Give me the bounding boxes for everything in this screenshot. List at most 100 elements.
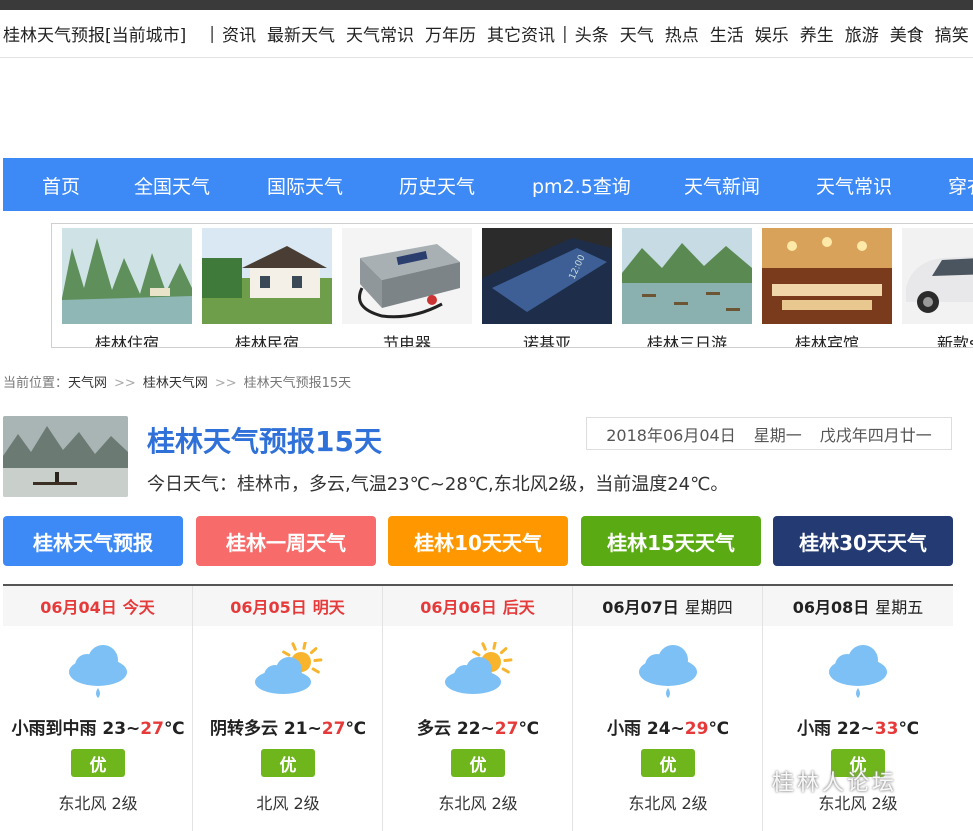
aqi-badge[interactable]: 优 [261,749,315,777]
top-link-hot[interactable]: 热点 [665,21,699,46]
partly-cloudy-icon [255,642,323,694]
lunar-date-text: 戊戌年四月廿一 [819,425,932,445]
condition-text: 小雨到中雨 23~ [11,719,141,739]
tab-guilin-forecast[interactable]: 桂林天气预报 [3,516,183,566]
ad-caption: 桂林民宿 [234,334,299,348]
top-link-funny[interactable]: 搞笑 [935,21,969,46]
guilin-thumbnail [3,416,128,497]
temp-unit: ℃ [708,719,730,739]
ad-caption: 诺基亚 [522,334,571,348]
ad-strip: 桂林住宿 桂林民宿 节电器 12:00 诺基亚 桂林三日游 桂林宾馆 新款 [51,223,973,348]
top-nav-bar: 桂林天气预报[当前城市] | 资讯 最新天气 天气常识 万年历 其它资讯 | 头… [0,10,973,58]
suv-photo [902,228,973,324]
day-condition: 小雨到中雨 23~27℃ [3,714,193,739]
ad-guilin-3day-tour[interactable]: 桂林三日游 [622,228,752,348]
rain-cloud-icon [639,645,697,698]
day-condition: 小雨 24~29℃ [573,714,763,739]
condition-text: 多云 22~ [416,719,495,739]
temp-unit: ℃ [898,719,920,739]
day-wind: 东北风 2级 [438,794,518,813]
day-week: 今天 [122,598,155,617]
nav-pm25[interactable]: pm2.5查询 [532,172,631,199]
temp-unit: ℃ [163,719,185,739]
rain-cloud-icon [69,645,127,698]
condition-text: 小雨 22~ [796,719,875,739]
top-link-latest-weather[interactable]: 最新天气 [267,21,335,46]
top-link-health[interactable]: 养生 [800,21,834,46]
day-header: 06月08日 星期五 [763,586,953,626]
top-link-weather-tips[interactable]: 天气常识 [346,21,414,46]
day-condition: 多云 22~27℃ [383,714,573,739]
nav-weather-news[interactable]: 天气新闻 [684,172,760,199]
forecast-day: 06月05日 明天 阴转多云 21~27℃ 优 北风 2级 [193,586,383,831]
forecast-tabs: 桂林天气预报 桂林一周天气 桂林10天天气 桂林15天天气 桂林30天天气 [3,516,953,566]
ad-caption: 桂林宾馆 [794,334,859,348]
breadcrumb-guilin-weather[interactable]: 桂林天气网 [143,376,208,391]
rain-cloud-icon [829,645,887,698]
aqi-badge[interactable]: 优 [641,749,695,777]
ad-guilin-homestay[interactable]: 桂林民宿 [202,228,332,348]
day-wind: 东北风 2级 [58,794,138,813]
karst-river-photo [62,228,192,324]
day-header: 06月04日 今天 [3,586,192,626]
ad-caption: 桂林三日游 [646,334,727,348]
browser-top-strip [0,0,973,10]
breadcrumb-weather-site[interactable]: 天气网 [68,376,107,391]
current-city-link[interactable]: 桂林天气预报[当前城市] [0,21,186,46]
top-link-news[interactable]: 资讯 [222,21,256,46]
tab-guilin-15day[interactable]: 桂林15天天气 [581,516,761,566]
nav-international-weather[interactable]: 国际天气 [267,172,343,199]
day-date: 06月08日 [792,598,870,617]
nav-national-weather[interactable]: 全国天气 [134,172,210,199]
ad-caption: 节电器 [382,334,431,348]
ad-nokia[interactable]: 12:00 诺基亚 [482,228,612,348]
high-temp: 29 [684,719,709,739]
date-box: 2018年06月04日 星期一 戊戌年四月廿一 [586,417,952,450]
top-link-entertainment[interactable]: 娱乐 [755,21,789,46]
day-week: 星期四 [684,598,733,617]
aqi-badge[interactable]: 优 [451,749,505,777]
condition-text: 阴转多云 21~ [209,719,322,739]
nav-clothing[interactable]: 穿衣 [948,172,973,199]
high-temp: 27 [321,719,346,739]
day-header: 06月06日 后天 [383,586,572,626]
top-link-other-news[interactable]: 其它资讯 [487,21,555,46]
top-link-life[interactable]: 生活 [710,21,744,46]
forecast-day: 06月04日 今天 小雨到中雨 23~27℃ 优 东北风 2级 [3,586,193,831]
nav-separator: | [209,23,215,44]
tab-guilin-30day[interactable]: 桂林30天天气 [773,516,953,566]
day-week: 后天 [502,598,535,617]
ad-power-saver[interactable]: 节电器 [342,228,472,348]
day-condition: 阴转多云 21~27℃ [193,714,383,739]
top-link-travel[interactable]: 旅游 [845,21,879,46]
weekday-text: 星期一 [753,425,802,445]
nav-history-weather[interactable]: 历史天气 [399,172,475,199]
day-date: 06月06日 [420,598,497,617]
ad-guilin-lodging[interactable]: 桂林住宿 [62,228,192,347]
partly-cloudy-icon [445,642,513,694]
day-header: 06月07日 星期四 [573,586,762,626]
top-link-weather[interactable]: 天气 [620,21,654,46]
nav-weather-tips[interactable]: 天气常识 [816,172,892,199]
high-temp: 27 [494,719,519,739]
aqi-badge[interactable]: 优 [71,749,125,777]
forum-watermark: 桂林人论坛 [772,771,898,796]
day-wind: 北风 2级 [256,794,320,813]
ad-new-suv[interactable]: 新款suv [902,228,973,347]
banquet-hall-photo [762,228,892,324]
breadcrumb: 当前位置：天气网 >> 桂林天气网 >> 桂林天气预报15天 [3,372,351,391]
ad-guilin-hotel[interactable]: 桂林宾馆 [762,228,892,348]
top-link-calendar[interactable]: 万年历 [425,21,476,46]
tab-guilin-10day[interactable]: 桂林10天天气 [388,516,568,566]
date-text: 2018年06月04日 [606,425,736,445]
nav-home[interactable]: 首页 [42,172,80,199]
tab-guilin-week[interactable]: 桂林一周天气 [196,516,376,566]
top-link-food[interactable]: 美食 [890,21,924,46]
top-link-headline[interactable]: 头条 [575,21,609,46]
day-week: 明天 [312,598,345,617]
day-date: 06月07日 [602,598,679,617]
main-nav-bar: 首页 全国天气 国际天气 历史天气 pm2.5查询 天气新闻 天气常识 穿衣 [3,158,973,211]
condition-text: 小雨 24~ [606,719,685,739]
today-weather-summary: 今日天气：桂林市，多云,气温23℃~28℃,东北风2级，当前温度24℃。 [147,474,729,495]
day-wind: 东北风 2级 [628,794,708,813]
